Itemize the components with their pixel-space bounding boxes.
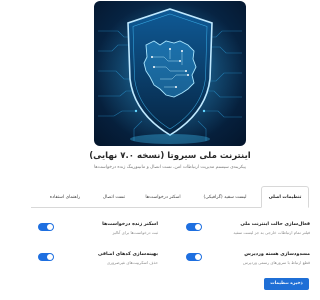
tab-main-settings[interactable]: تنظیمات اصلی [261,186,309,208]
setting-label: اسکنر زنده درخواست‌ها [102,222,158,227]
toggle-knob [47,224,53,230]
page-subtitle: پیکربندی سیستم مدیریت ارتباطات امن، تست … [94,165,246,170]
setting-label: بهینه‌سازی کدهای اضافی [98,252,158,257]
tab-request-scanner[interactable]: اسکنر درخواست‌ها [137,191,189,208]
setting-description: قطع ارتباط با سرورهای رسمی وردپرس [243,260,310,265]
national-internet-toggle[interactable] [186,223,202,231]
setting-description: فیلتر تمام ارتباطات خارجی به جز لیست سفی… [233,230,310,235]
tab-connection-test[interactable]: تست اتصال [97,191,131,208]
block-wordpress-toggle[interactable] [186,253,202,261]
setting-live-request-scanner: اسکنر زنده درخواست‌ها ثبت درخواست‌ها برا… [38,222,158,242]
setting-optimize-extra-code: بهینه‌سازی کدهای اضافی حذف اسکریپت‌های غ… [38,252,158,272]
optimize-code-toggle[interactable] [38,253,54,261]
page-title: اینترنت ملی سیروتا (نسخه ۷.۰ نهایی) [89,151,251,161]
live-scanner-toggle[interactable] [38,223,54,231]
hero-illustration [94,1,246,146]
toggle-knob [195,224,201,230]
setting-block-wordpress-core: مسدودسازی هسته وردپرس قطع ارتباط با سرور… [186,252,310,272]
setting-national-internet-mode: فعال‌سازی حالت اینترنت ملی فیلتر تمام ار… [186,222,310,242]
save-main-settings-button[interactable]: ذخیره تنظیمات اصلی [264,278,309,298]
toggle-knob [195,254,201,260]
toggle-knob [47,254,53,260]
setting-label: فعال‌سازی حالت اینترنت ملی [240,222,310,227]
tab-whitelist[interactable]: لیست سفید (گرافیکی) [196,191,254,208]
iran-map-shield-circuit-illustration [94,1,246,146]
settings-tabs: تنظیمات اصلی لیست سفید (گرافیکی) اسکنر د… [31,186,309,208]
setting-label: مسدودسازی هسته وردپرس [244,252,310,257]
setting-description: ثبت درخواست‌ها برای آنالیز [112,230,158,235]
tab-usage-guide[interactable]: راهنمای استفاده [41,191,89,208]
setting-description: حذف اسکریپت‌های غیرضروری [107,260,158,265]
